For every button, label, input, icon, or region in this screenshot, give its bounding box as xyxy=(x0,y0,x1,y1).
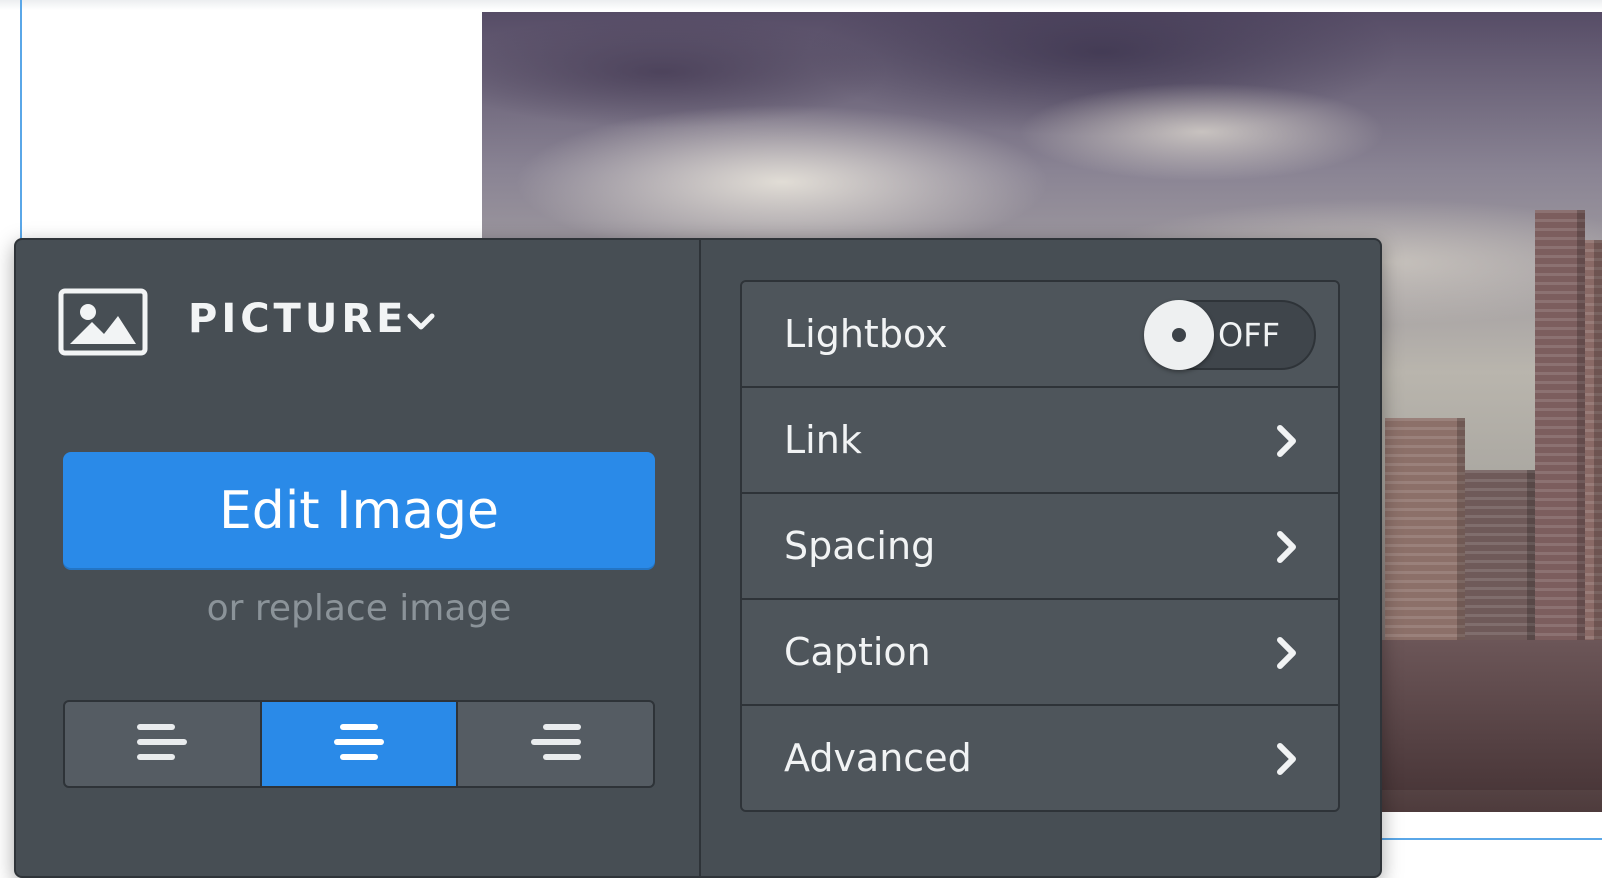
canvas-top-edge xyxy=(0,0,1602,10)
toggle-knob-dot xyxy=(1172,328,1186,342)
align-right-icon xyxy=(530,721,582,768)
align-left-icon xyxy=(136,721,188,768)
link-row[interactable]: Link xyxy=(742,388,1338,494)
photo-detail xyxy=(1535,210,1585,710)
align-left-button[interactable] xyxy=(65,702,262,786)
chevron-right-icon xyxy=(1276,424,1298,458)
lightbox-row: Lightbox OFF xyxy=(742,282,1338,388)
replace-image-link[interactable]: or replace image xyxy=(63,588,655,629)
photo-detail xyxy=(1380,640,1602,790)
edit-image-button[interactable]: Edit Image xyxy=(63,452,655,570)
chevron-right-icon xyxy=(1276,530,1298,564)
caption-row[interactable]: Caption xyxy=(742,600,1338,706)
canvas-guide-line xyxy=(20,0,22,260)
settings-list: Lightbox OFF Link Spacing Caption Advanc… xyxy=(740,280,1340,812)
align-center-button[interactable] xyxy=(261,702,459,786)
panel-divider xyxy=(699,240,701,876)
spacing-label: Spacing xyxy=(784,524,936,568)
chevron-down-icon[interactable] xyxy=(404,310,438,334)
alignment-toggle-group xyxy=(63,700,655,788)
picture-settings-panel: PICTURE Edit Image or replace image Ligh… xyxy=(14,238,1382,878)
lightbox-label: Lightbox xyxy=(784,312,948,356)
caption-label: Caption xyxy=(784,630,931,674)
advanced-label: Advanced xyxy=(784,736,972,780)
chevron-right-icon xyxy=(1276,742,1298,776)
spacing-row[interactable]: Spacing xyxy=(742,494,1338,600)
picture-icon xyxy=(58,288,148,356)
element-type-title[interactable]: PICTURE xyxy=(188,296,407,342)
advanced-row[interactable]: Advanced xyxy=(742,706,1338,810)
canvas-guide-line xyxy=(1380,838,1602,840)
toggle-knob xyxy=(1144,300,1214,370)
align-right-button[interactable] xyxy=(458,702,653,786)
lightbox-toggle[interactable]: OFF xyxy=(1144,300,1316,370)
chevron-right-icon xyxy=(1276,636,1298,670)
align-center-icon xyxy=(333,721,385,768)
link-label: Link xyxy=(784,418,862,462)
toggle-state-label: OFF xyxy=(1218,316,1280,354)
